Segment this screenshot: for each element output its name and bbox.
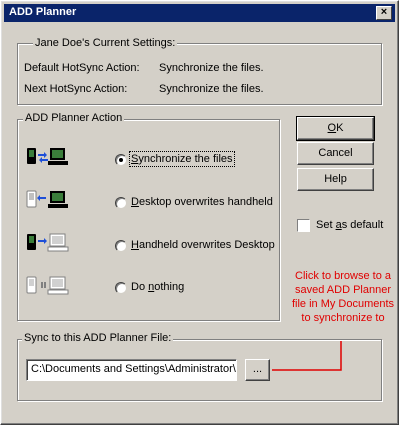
default-hotsync-value: Synchronize the files. <box>159 62 264 74</box>
sync-files-option[interactable]: Synchronize the files <box>129 151 235 167</box>
browse-button[interactable]: ... <box>245 359 270 381</box>
add-planner-dialog: ADD Planner × Jane Doe's Current Setting… <box>0 0 399 425</box>
close-button[interactable]: × <box>376 6 392 20</box>
set-default-checkbox[interactable] <box>297 219 310 232</box>
next-hotsync-label: Next HotSync Action: <box>24 83 128 95</box>
planner-action-label: ADD Planner Action <box>23 112 125 124</box>
next-hotsync-value: Synchronize the files. <box>159 83 264 95</box>
sync-files-radio[interactable] <box>115 154 127 166</box>
window-title: ADD Planner <box>9 6 77 18</box>
handheld-overwrites-radio[interactable] <box>115 240 127 252</box>
do-nothing-option[interactable]: Do nothing <box>131 281 184 293</box>
current-settings-group <box>17 43 382 105</box>
do-nothing-icon <box>26 276 69 295</box>
ok-button[interactable]: OK <box>296 116 375 141</box>
desktop-overwrites-radio[interactable] <box>115 197 127 209</box>
cancel-button[interactable]: Cancel <box>297 142 374 165</box>
set-default-label[interactable]: Set as default <box>316 219 383 231</box>
help-button[interactable]: Help <box>297 168 374 191</box>
sync-icon <box>27 148 68 165</box>
default-hotsync-label: Default HotSync Action: <box>24 62 140 74</box>
handheld-to-desktop-icon <box>27 233 69 252</box>
title-bar: ADD Planner × <box>4 4 395 22</box>
do-nothing-radio[interactable] <box>115 282 127 294</box>
browse-annotation: Click to browse to a saved ADD Planner f… <box>291 270 395 324</box>
desktop-overwrites-option[interactable]: Desktop overwrites handheld <box>131 196 273 208</box>
close-icon: × <box>380 6 388 18</box>
current-settings-label: Jane Doe's Current Settings: <box>33 37 178 49</box>
sync-file-label: Sync to this ADD Planner File: <box>22 332 174 344</box>
desktop-to-handheld-icon <box>26 190 68 208</box>
handheld-overwrites-option[interactable]: Handheld overwrites Desktop <box>131 239 275 251</box>
sync-file-path-field[interactable]: C:\Documents and Settings\Administrator\ <box>26 359 237 381</box>
